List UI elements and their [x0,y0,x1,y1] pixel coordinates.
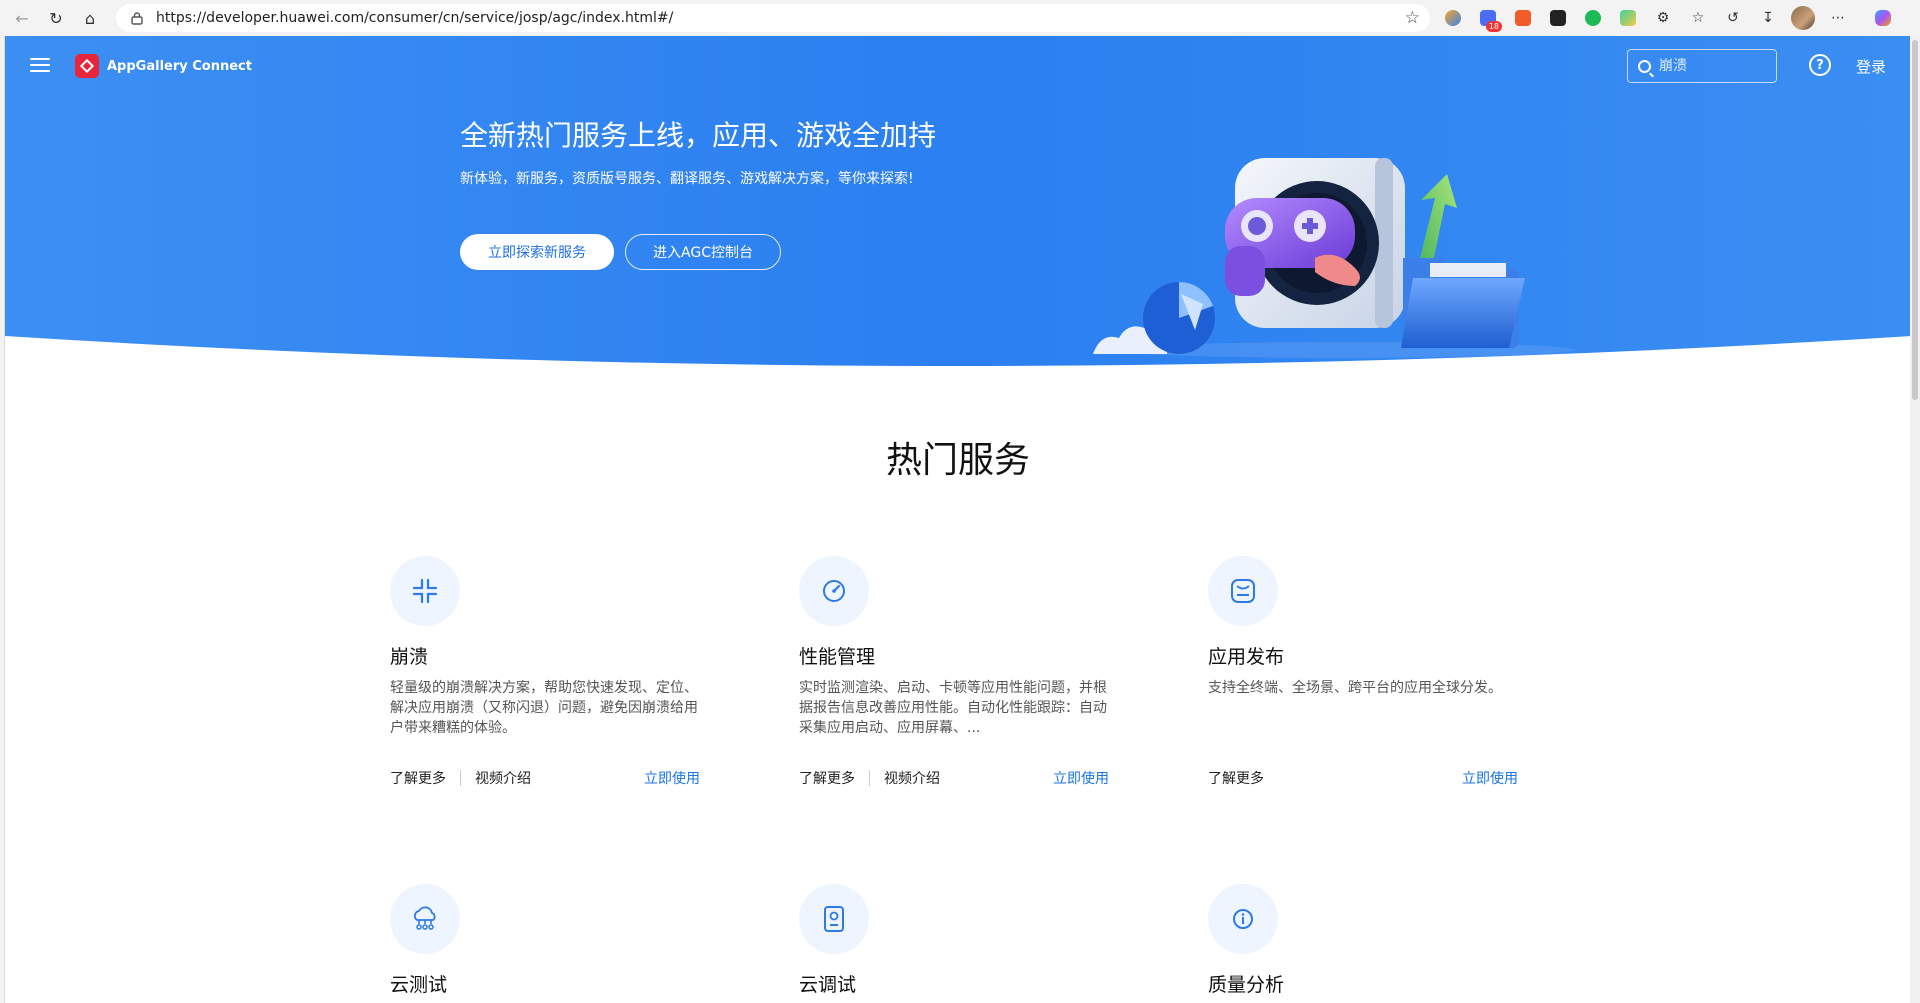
back-button[interactable]: ← [8,4,36,32]
favorites-icon[interactable]: ☆ [1685,5,1711,31]
appgallery-logo-icon [75,54,99,78]
card-links: 了解更多 视频介绍 [390,768,531,788]
history-icon[interactable]: ↺ [1720,5,1746,31]
hero-subtitle: 新体验，新服务，资质版号服务、翻译服务、游戏解决方案，等你来探索! [460,171,914,187]
service-card-cloud-debug: 云调试 [799,884,1119,1003]
hero-banner: AppGallery Connect ? 登录 全新热门服务上线，应用、游戏全加… [5,36,1910,371]
card-links: 了解更多 视频介绍 [799,768,940,788]
service-card-performance: 性能管理 实时监测渲染、启动、卡顿等应用性能问题，并根据报告信息改善应用性能。自… [799,556,1119,806]
copilot-icon[interactable] [1870,5,1896,31]
video-link[interactable]: 视频介绍 [884,768,940,788]
card-title: 云测试 [390,974,448,996]
card-title: 应用发布 [1208,646,1285,668]
divider [869,770,870,786]
card-title: 云调试 [799,974,857,996]
menu-icon[interactable] [30,58,50,72]
use-now-link[interactable]: 立即使用 [1462,768,1518,788]
video-link[interactable]: 视频介绍 [475,768,531,788]
service-card-crash: 崩溃 轻量级的崩溃解决方案，帮助您快速发现、定位、解决应用崩溃（又称闪退）问题，… [390,556,710,806]
use-now-link[interactable]: 立即使用 [1053,768,1109,788]
help-icon[interactable]: ? [1809,54,1831,76]
card-links: 了解更多 [1208,768,1264,788]
divider [460,770,461,786]
green-extension-icon[interactable] [1580,5,1606,31]
search-input[interactable] [1659,58,1769,74]
scrollbar-thumb[interactable] [1912,40,1918,400]
downloads-icon[interactable]: ↧ [1755,5,1781,31]
login-link[interactable]: 登录 [1856,56,1886,77]
card-desc: 实时监测渲染、启动、卡顿等应用性能问题，并根据报告信息改善应用性能。自动化性能跟… [799,680,1107,736]
extension-badge: 18 [1485,21,1502,32]
card-desc: 支持全终端、全场景、跨平台的应用全球分发。 [1208,680,1502,696]
hero-curve-divider [5,336,1910,416]
page-scrollbar[interactable] [1910,36,1920,1003]
address-bar[interactable]: https://developer.huawei.com/consumer/cn… [116,4,1430,32]
top-nav: AppGallery Connect ? 登录 [5,36,1910,92]
service-card-quality: 质量分析 [1208,884,1528,1003]
site-info-icon[interactable] [130,11,144,25]
browser-toolbar: ← ↻ ⌂ https://developer.huawei.com/consu… [0,0,1920,36]
extensions-icon[interactable]: ⚙ [1650,5,1676,31]
shield-extension-icon[interactable] [1440,5,1466,31]
cloud-test-icon [390,884,460,954]
card-desc: 轻量级的崩溃解决方案，帮助您快速发现、定位、解决应用崩溃（又称闪退）问题，避免因… [390,680,698,736]
brand[interactable]: AppGallery Connect [75,54,252,78]
learn-more-link[interactable]: 了解更多 [799,768,855,788]
learn-more-link[interactable]: 了解更多 [1208,768,1264,788]
home-button[interactable]: ⌂ [76,4,104,32]
url-text: https://developer.huawei.com/consumer/cn… [156,10,674,26]
use-now-link[interactable]: 立即使用 [644,768,700,788]
favorite-star-icon[interactable]: ☆ [1405,8,1420,28]
crash-icon [390,556,460,626]
cloud-debug-icon [799,884,869,954]
search-box[interactable] [1627,49,1777,83]
speedometer-icon [799,556,869,626]
hero-title: 全新热门服务上线，应用、游戏全加持 [460,119,937,152]
card-title: 崩溃 [390,646,429,668]
apps-extension-icon[interactable]: 18 [1475,5,1502,32]
more-menu-icon[interactable]: ⋯ [1825,5,1851,31]
search-icon [1638,59,1651,73]
hero-illustration [1093,158,1575,358]
profile-avatar[interactable] [1790,5,1816,31]
page-viewport: AppGallery Connect ? 登录 全新热门服务上线，应用、游戏全加… [4,36,1910,1003]
extensions-row: 18 ⚙ ☆ ↺ ↧ ⋯ [1440,5,1905,32]
app-publish-icon [1208,556,1278,626]
card-title: 质量分析 [1208,974,1285,996]
service-card-publish: 应用发布 支持全终端、全场景、跨平台的应用全球分发。 了解更多 立即使用 [1208,556,1528,806]
quality-icon [1208,884,1278,954]
service-card-cloud-test: 云测试 [390,884,710,1003]
reload-button[interactable]: ↻ [42,4,70,32]
learn-more-link[interactable]: 了解更多 [390,768,446,788]
brand-name: AppGallery Connect [107,58,252,74]
agc-console-button[interactable]: 进入AGC控制台 [625,234,781,270]
puzzle-color-extension-icon[interactable] [1615,5,1641,31]
code-extension-icon[interactable] [1510,5,1536,31]
explore-services-button[interactable]: 立即探索新服务 [460,234,614,270]
dark-extension-icon[interactable] [1545,5,1571,31]
section-title: 热门服务 [885,440,1030,481]
card-title: 性能管理 [799,646,876,668]
